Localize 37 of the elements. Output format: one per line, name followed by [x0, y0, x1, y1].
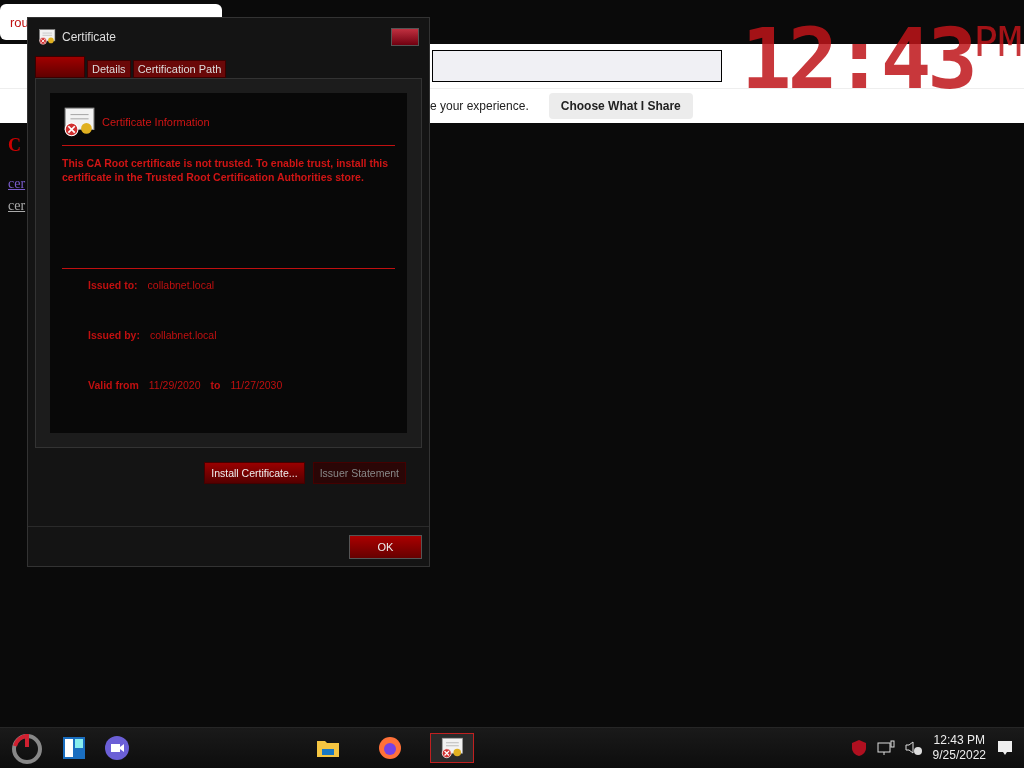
- notification-text: e your experience.: [430, 99, 529, 113]
- certificate-error-icon: [62, 105, 96, 139]
- video-chat-icon[interactable]: [104, 735, 130, 761]
- window-title: Certificate: [62, 30, 117, 44]
- field-label: to: [210, 379, 221, 391]
- network-icon[interactable]: [876, 740, 895, 756]
- certificate-error-icon: [38, 28, 56, 46]
- field-label: Issued to:: [88, 279, 138, 291]
- muted-speaker-icon[interactable]: [904, 740, 923, 756]
- field-label: Issued by:: [88, 329, 140, 341]
- ok-button[interactable]: OK: [349, 535, 422, 559]
- field-label: Valid from: [88, 379, 139, 391]
- field-value: collabnet.local: [149, 329, 217, 341]
- power-icon[interactable]: [10, 731, 44, 765]
- section-heading: Certificate Information: [102, 116, 210, 128]
- trust-message: This CA Root certificate is not trusted. To enable trust, install this certificate in the Trusted Root Certification Authorities store.: [62, 156, 390, 184]
- dialog-tab[interactable]: Details: [87, 60, 131, 78]
- widgets-icon[interactable]: [62, 736, 86, 760]
- field-value: 11/29/2020: [148, 379, 201, 391]
- shield-icon[interactable]: [850, 739, 867, 757]
- page-link[interactable]: cer: [8, 198, 26, 214]
- dialog-tab[interactable]: Certification Path: [132, 60, 227, 78]
- taskbar-clock[interactable]: 12:43 PM 9/25/2022: [932, 733, 986, 763]
- page-link[interactable]: cer: [8, 176, 26, 192]
- notifications-icon[interactable]: [996, 739, 1014, 757]
- clock-date: 9/25/2022: [932, 748, 986, 763]
- choose-share-button[interactable]: Choose What I Share: [548, 93, 693, 119]
- page-heading: C: [8, 135, 22, 156]
- clock-time: 12:43 PM: [933, 733, 985, 748]
- dialog-button[interactable]: Install Certificate...: [204, 462, 305, 484]
- certificate-error-icon: [440, 736, 464, 760]
- browser-icon: [378, 736, 402, 760]
- field-value: collabnet.local: [147, 279, 215, 291]
- field-value: 11/27/2030: [230, 379, 283, 391]
- taskbar-app[interactable]: [430, 733, 474, 763]
- address-bar[interactable]: [432, 50, 722, 82]
- folder-icon: [316, 738, 340, 758]
